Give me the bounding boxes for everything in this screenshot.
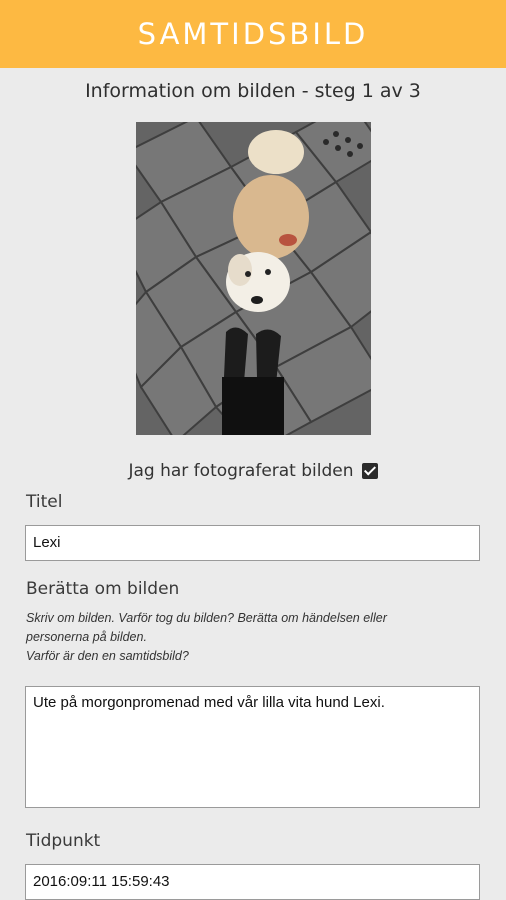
photo-preview[interactable] [136,122,371,435]
step-title: Information om bilden - steg 1 av 3 [85,80,421,102]
story-textarea[interactable]: Ute på morgonpromenad med vår lilla vita… [25,686,480,808]
title-label: Titel [26,492,63,512]
title-input[interactable]: Lexi [25,525,480,561]
dog-photo-image [136,122,371,435]
story-hint-line: Skriv om bilden. Varför tog du bilden? B… [26,611,387,625]
story-label: Berätta om bilden [26,579,180,599]
own-photo-label: Jag har fotograferat bilden [128,461,354,481]
app-title: SAMTIDSBILD [137,17,369,51]
own-photo-checkbox[interactable] [361,463,378,479]
story-hint: Skriv om bilden. Varför tog du bilden? B… [26,609,486,666]
time-input[interactable]: 2016:09:11 15:59:43 [25,864,480,900]
app-header: SAMTIDSBILD [0,0,506,68]
story-hint-line: personerna på bilden. [26,630,147,644]
own-photo-row[interactable]: Jag har fotograferat bilden [0,461,506,481]
time-label: Tidpunkt [26,831,101,851]
story-hint-line: Varför är den en samtidsbild? [26,649,189,663]
